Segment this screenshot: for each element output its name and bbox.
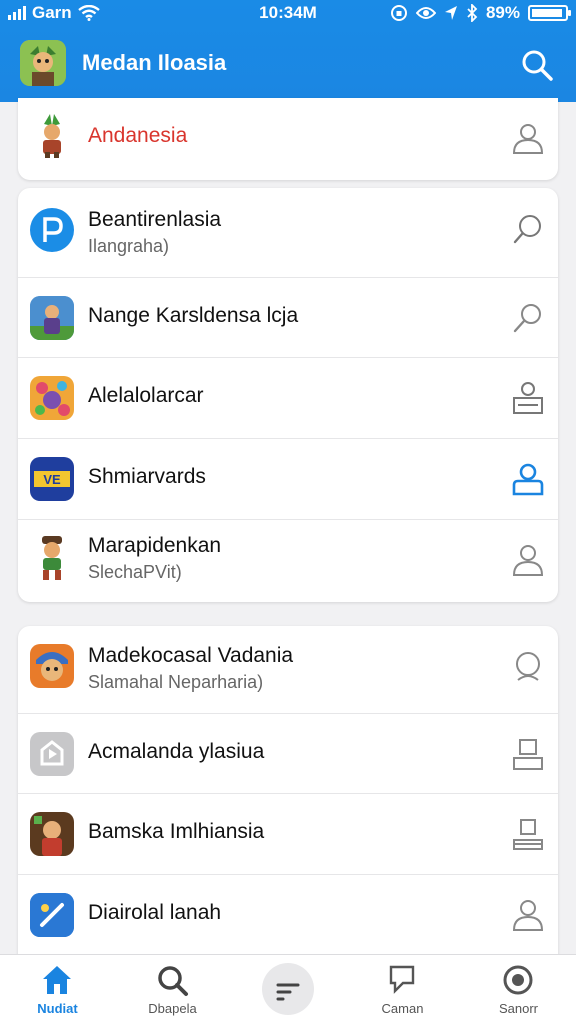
battery-percent: 89% [485,3,520,22]
nav-label: Caman [381,1001,424,1016]
item-title: Bamska Imlhiansia [88,820,265,843]
list-item[interactable]: Marapidenkan SlechaPVit) [18,520,558,602]
list-item[interactable]: Alelalolarcar [18,358,558,439]
item-thumbnail: VE [30,457,74,501]
user-icon[interactable] [510,542,546,578]
list-item[interactable]: Nange Karsldensa lcja [18,278,558,358]
nav-item-menu[interactable] [262,963,314,1015]
svg-text:VE: VE [43,472,61,487]
item-title: Marapidenkan [88,534,222,557]
item-title: Diairolal lanah [88,901,222,924]
user-card-icon[interactable] [510,380,546,416]
user-icon[interactable] [510,461,546,497]
item-thumbnail [30,644,74,688]
nav-label: Nudiat [37,1001,78,1016]
item-thumbnail [30,296,74,340]
chat-icon [389,965,415,994]
featured-card: Andanesia [18,98,558,180]
nav-label: Sanorr [498,1001,539,1016]
app-logo[interactable] [20,40,66,86]
menu-icon [276,983,300,1001]
search-icon [158,966,188,996]
profile-icon [503,965,533,995]
search-icon[interactable] [510,300,546,336]
item-title: Shmiarvards [88,465,206,488]
item-title: Nange Karsldensa lcja [88,304,299,327]
item-title: Alelalolarcar [88,384,204,407]
user-card-icon[interactable] [510,736,546,772]
nav-item-chat[interactable]: Caman [345,955,460,1024]
item-subtitle: Slamahal Neparharia) [88,672,264,692]
user-card-icon[interactable] [510,816,546,852]
status-bar: Garn 10:34M 89% [0,0,576,26]
item-title: Beantirenlasia [88,208,222,231]
item-thumbnail [30,208,74,252]
item-title: Acmalanda ylasiua [88,740,265,763]
eye-icon [415,7,436,19]
item-subtitle: Ilangraha) [88,236,170,256]
item-title: Andanesia [88,124,188,147]
search-icon[interactable] [520,48,554,82]
list-item[interactable]: VE Shmiarvards [18,439,558,520]
item-thumbnail [30,376,74,420]
nav-item-profile[interactable]: Sanorr [461,955,576,1024]
list-item[interactable]: Bamska Imlhiansia [18,794,558,875]
list-item[interactable]: Beantirenlasia Ilangraha) [18,188,558,278]
app-title: Medan Iloasia [82,50,227,75]
item-subtitle: SlechaPVit) [88,562,182,582]
list-item[interactable]: Diairolal lanah [18,875,558,956]
item-thumbnail [30,114,74,158]
home-icon [43,966,71,994]
app-bar: Medan Iloasia [0,38,576,88]
item-thumbnail [30,893,74,937]
list-item[interactable]: Madekocasal Vadania Slamahal Neparharia) [18,626,558,714]
user-icon[interactable] [510,897,546,933]
list-item[interactable]: Andanesia [18,98,558,180]
top-bar: Garn 10:34M 89% Medan Iloasia [0,0,576,102]
list-group-1: Beantirenlasia Ilangraha) Nange Karslden… [18,188,558,602]
search-icon[interactable] [510,212,546,248]
rotation-lock-icon [390,5,407,21]
item-thumbnail [30,732,74,776]
nav-item-home[interactable]: Nudiat [0,955,115,1024]
list-group-2: Madekocasal Vadania Slamahal Neparharia)… [18,626,558,956]
location-icon [444,6,457,20]
item-title: Madekocasal Vadania [88,644,294,667]
bottom-navigation: Nudiat Dbapela Caman Sanorr [0,954,576,1024]
item-thumbnail [30,534,74,584]
list-item[interactable]: Acmalanda ylasiua [18,714,558,794]
bluetooth-icon [467,4,478,22]
battery-icon [528,5,571,21]
user-icon[interactable] [510,650,546,686]
nav-item-search[interactable]: Dbapela [115,955,230,1024]
nav-label: Dbapela [148,1001,197,1016]
item-thumbnail [30,812,74,856]
user-icon[interactable] [510,120,546,156]
